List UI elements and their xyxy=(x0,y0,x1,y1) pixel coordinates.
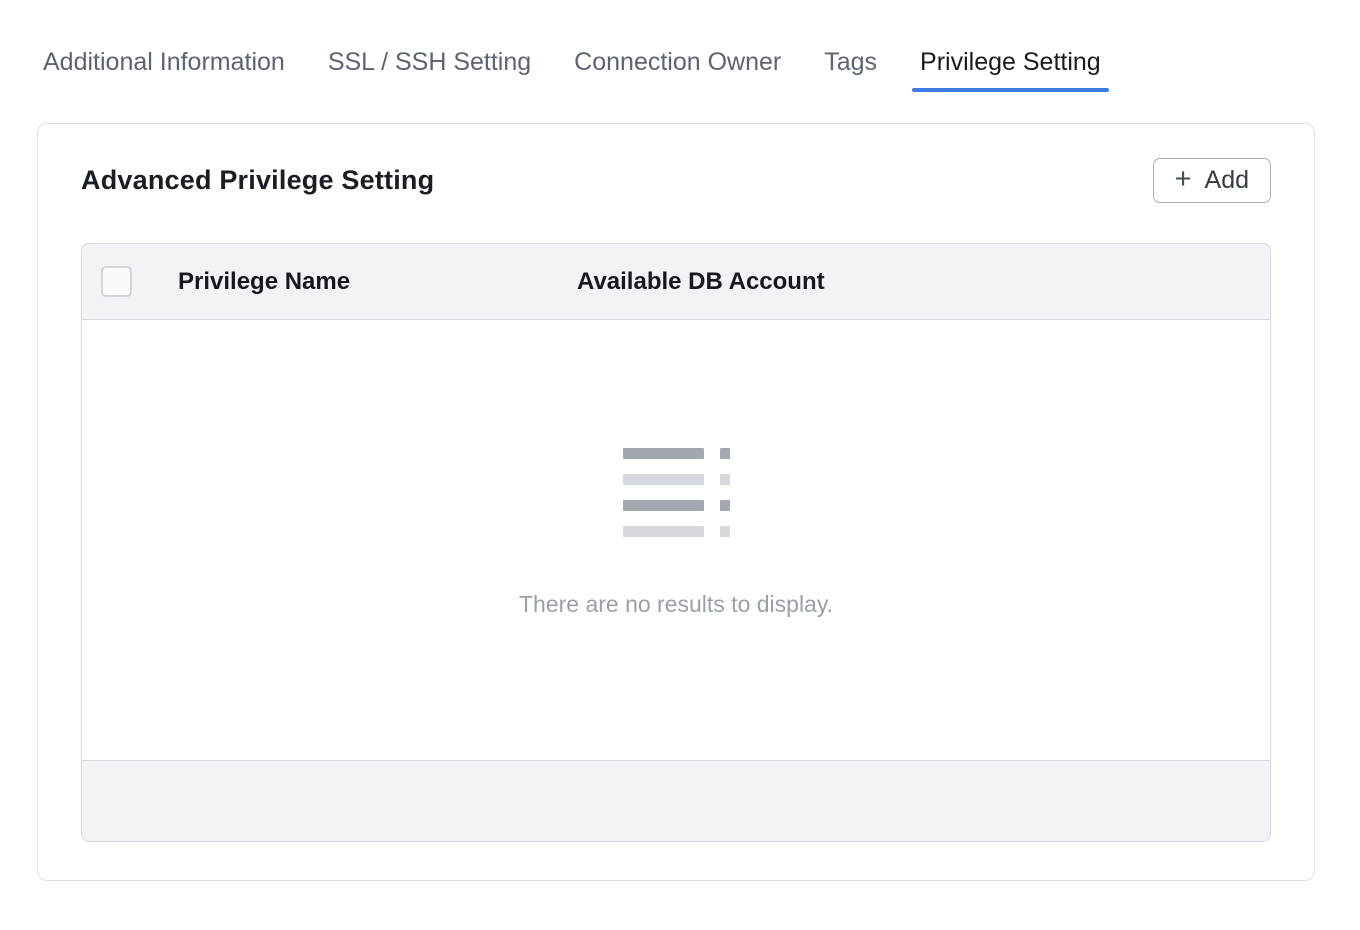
privilege-table: Privilege Name Available DB Account Ther… xyxy=(81,243,1271,842)
table-body: There are no results to display. xyxy=(82,320,1270,760)
panel-title: Advanced Privilege Setting xyxy=(81,165,434,196)
privilege-setting-panel: Advanced Privilege Setting + Add Privile… xyxy=(37,123,1315,881)
column-header-available-db-account: Available DB Account xyxy=(577,268,1270,296)
tab-tags[interactable]: Tags xyxy=(816,48,885,92)
panel-header: Advanced Privilege Setting + Add xyxy=(81,157,1271,203)
table-footer xyxy=(82,760,1270,841)
tab-connection-owner[interactable]: Connection Owner xyxy=(566,48,789,92)
select-all-checkbox[interactable] xyxy=(101,266,132,297)
tab-ssl-ssh-setting[interactable]: SSL / SSH Setting xyxy=(320,48,539,92)
column-header-privilege-name: Privilege Name xyxy=(178,268,577,296)
tab-bar: Additional Information SSL / SSH Setting… xyxy=(0,0,1360,92)
empty-list-icon xyxy=(623,448,730,537)
add-button[interactable]: + Add xyxy=(1153,158,1271,203)
tab-additional-information[interactable]: Additional Information xyxy=(35,48,293,92)
table-header-row: Privilege Name Available DB Account xyxy=(82,244,1270,320)
empty-state-message: There are no results to display. xyxy=(519,591,833,618)
tab-privilege-setting[interactable]: Privilege Setting xyxy=(912,48,1109,92)
add-button-label: Add xyxy=(1205,166,1249,195)
plus-icon: + xyxy=(1175,165,1192,194)
